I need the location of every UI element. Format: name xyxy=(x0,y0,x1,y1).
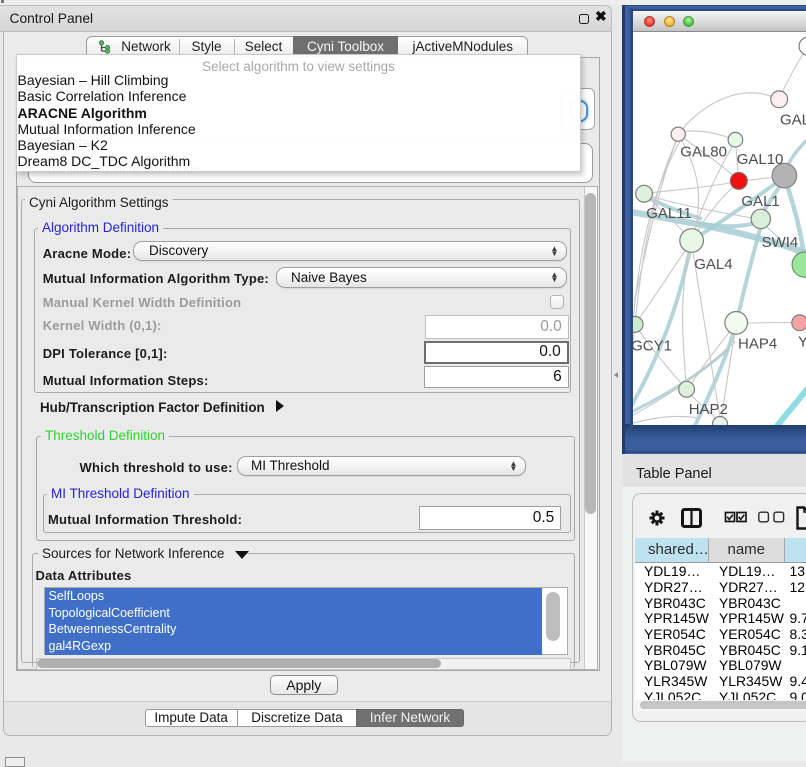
svg-text:GAL1: GAL1 xyxy=(741,193,779,210)
svg-text:HAP4: HAP4 xyxy=(738,335,777,352)
svg-text:GAL10: GAL10 xyxy=(736,151,783,168)
svg-text:GCY1: GCY1 xyxy=(633,337,672,354)
svg-text:YM: YM xyxy=(798,333,806,350)
svg-text:GAL4: GAL4 xyxy=(694,256,732,273)
svg-text:GAL7: GAL7 xyxy=(780,111,806,128)
svg-text:HAP2: HAP2 xyxy=(688,401,727,418)
svg-text:GAL80: GAL80 xyxy=(680,143,727,160)
svg-text:GAL11: GAL11 xyxy=(646,205,692,222)
svg-text:SWI4: SWI4 xyxy=(761,234,798,251)
